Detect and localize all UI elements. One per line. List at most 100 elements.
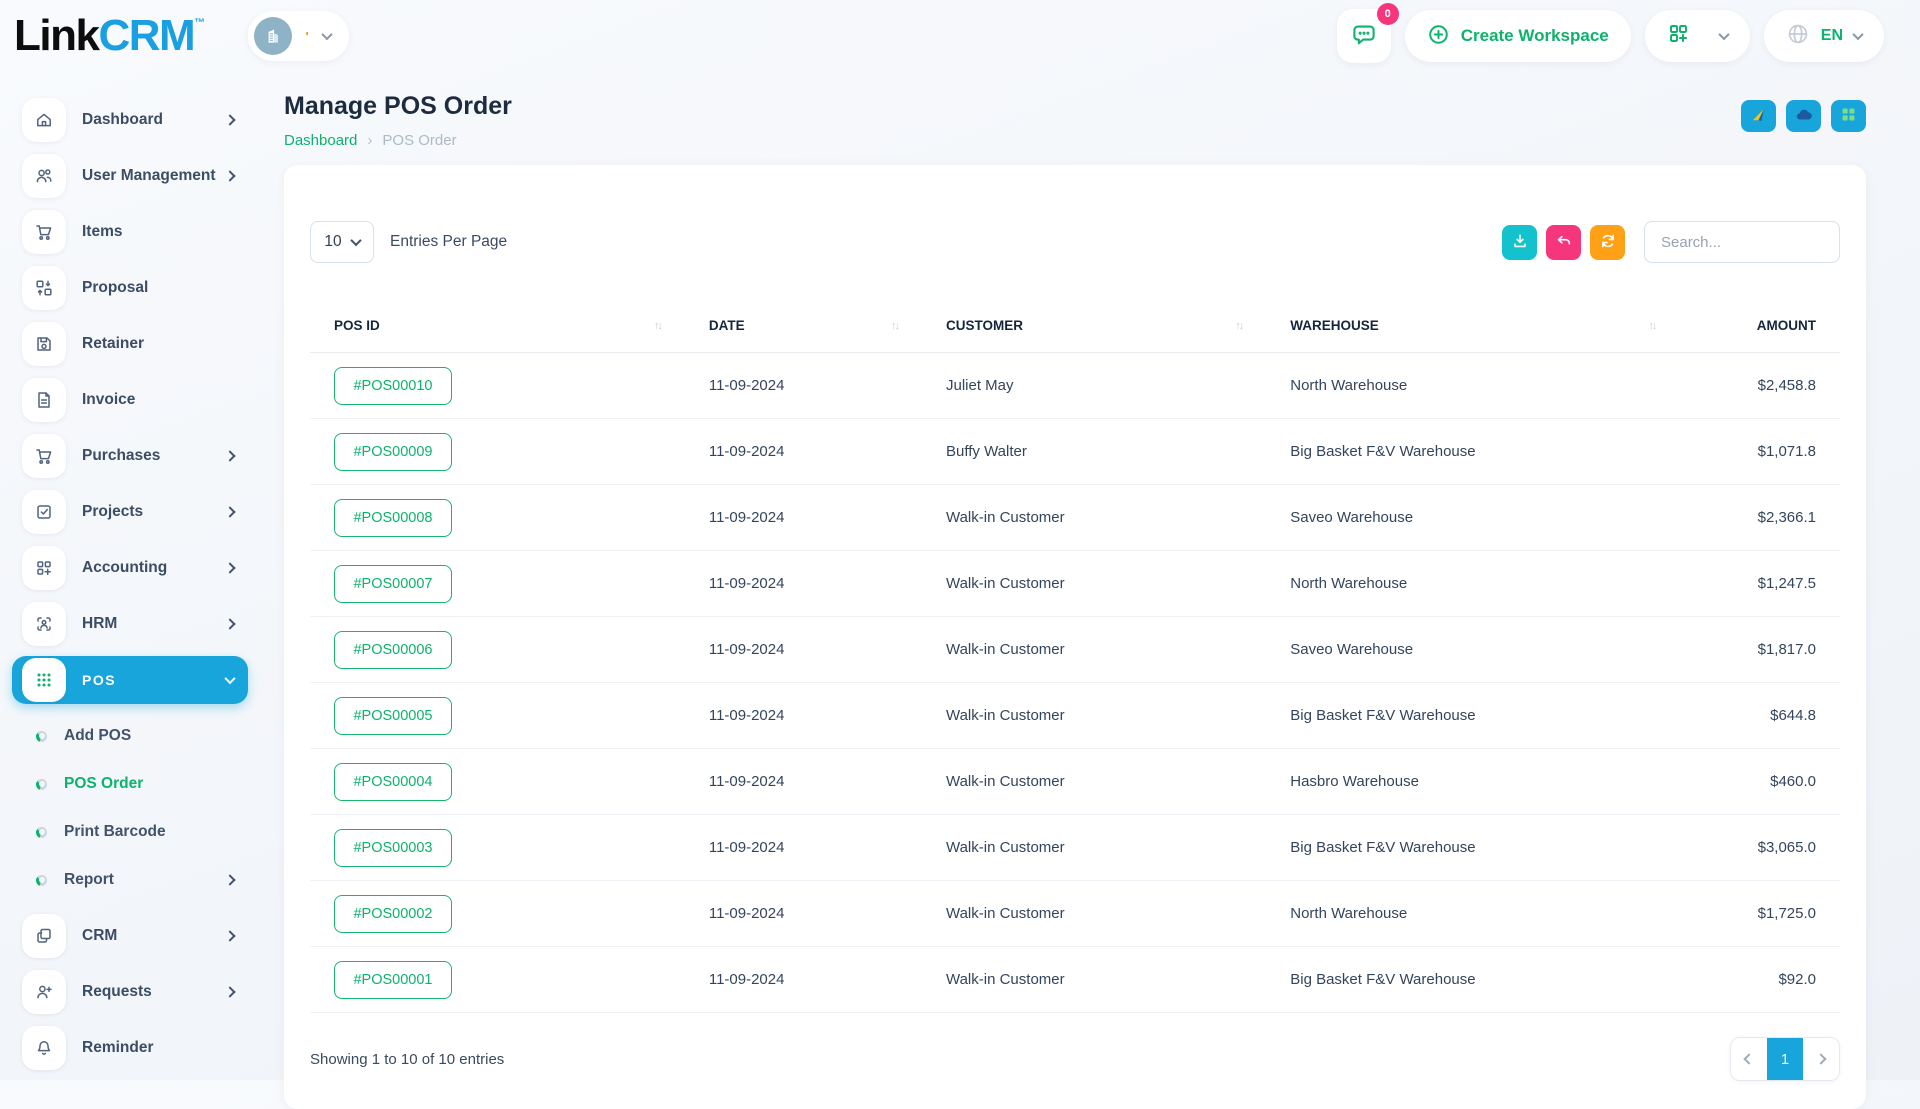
submenu-bullet-icon	[36, 875, 47, 886]
date-cell: 11-09-2024	[685, 353, 922, 419]
sidebar-item-report[interactable]: Report	[0, 856, 260, 904]
table-row: #POS00006 11-09-2024 Walk-in Customer Sa…	[310, 617, 1840, 683]
paper-plane-icon	[1749, 105, 1768, 127]
plus-circle-icon	[1427, 23, 1450, 49]
date-cell: 11-09-2024	[685, 947, 922, 1013]
table-controls: 10 Entries Per Page	[310, 221, 1840, 263]
table-row: #POS00004 11-09-2024 Walk-in Customer Ha…	[310, 749, 1840, 815]
sidebar-item-reminder[interactable]: Reminder	[12, 1024, 248, 1072]
column-header-pos-id[interactable]: POS ID↑↓	[310, 299, 685, 353]
sort-icon[interactable]: ↑↓	[1648, 320, 1655, 332]
sidebar-item-hrm[interactable]: HRM	[12, 600, 248, 648]
apps-button[interactable]	[1831, 100, 1866, 132]
user-plus-icon	[22, 970, 66, 1014]
customer-cell: Walk-in Customer	[922, 683, 1266, 749]
sidebar-item-items[interactable]: Items	[12, 208, 248, 256]
amount-cell: $1,817.0	[1679, 617, 1840, 683]
sidebar-item-retainer[interactable]: Retainer	[12, 320, 248, 368]
submenu-bullet-icon	[36, 731, 47, 742]
create-workspace-button[interactable]: Create Workspace	[1405, 10, 1631, 62]
file-text-icon	[22, 378, 66, 422]
sidebar-item-dashboard[interactable]: Dashboard	[12, 96, 248, 144]
breadcrumb-dashboard-link[interactable]: Dashboard	[284, 132, 357, 149]
sidebar-item-proposal[interactable]: Proposal	[12, 264, 248, 312]
pos-id-link[interactable]: #POS00008	[334, 499, 452, 537]
date-cell: 11-09-2024	[685, 815, 922, 881]
pos-id-link[interactable]: #POS00007	[334, 565, 452, 603]
sidebar-item-add-pos[interactable]: Add POS	[0, 712, 260, 760]
customer-cell: Buffy Walter	[922, 419, 1266, 485]
pos-id-link[interactable]: #POS00002	[334, 895, 452, 933]
send-button[interactable]	[1741, 100, 1776, 132]
submenu-bullet-icon	[36, 827, 47, 838]
sidebar-item-print-barcode[interactable]: Print Barcode	[0, 808, 260, 856]
pagination: 1	[1730, 1037, 1840, 1081]
breadcrumb-current: POS Order	[382, 132, 456, 149]
date-cell: 11-09-2024	[685, 617, 922, 683]
customer-cell: Walk-in Customer	[922, 551, 1266, 617]
sidebar-item-crm[interactable]: CRM	[12, 912, 248, 960]
search-input[interactable]	[1644, 221, 1840, 263]
check-square-icon	[22, 490, 66, 534]
sidebar-item-purchases[interactable]: Purchases	[12, 432, 248, 480]
apps-dropdown[interactable]	[1645, 10, 1750, 62]
pos-id-link[interactable]: #POS00009	[334, 433, 452, 471]
dots-grid-icon	[22, 658, 66, 702]
refresh-button[interactable]	[1590, 225, 1625, 260]
sort-icon[interactable]: ↑↓	[891, 320, 898, 332]
top-header: LinkCRM™ ' 0 Create Workspace	[0, 0, 1920, 72]
language-code: EN	[1821, 27, 1843, 45]
undo-button[interactable]	[1546, 225, 1581, 260]
amount-cell: $460.0	[1679, 749, 1840, 815]
table-actions	[1502, 221, 1840, 263]
logo-text-link: Link	[14, 14, 98, 58]
cloud-button[interactable]	[1786, 100, 1821, 132]
sidebar-item-invoice[interactable]: Invoice	[12, 376, 248, 424]
amount-cell: $3,065.0	[1679, 815, 1840, 881]
sidebar-item-requests[interactable]: Requests	[12, 968, 248, 1016]
copy-icon	[22, 914, 66, 958]
refresh-icon	[1599, 232, 1617, 253]
customer-cell: Walk-in Customer	[922, 485, 1266, 551]
chat-button[interactable]: 0	[1337, 9, 1391, 63]
amount-cell: $1,247.5	[1679, 551, 1840, 617]
prev-page-button[interactable]	[1731, 1038, 1767, 1080]
column-header-customer[interactable]: CUSTOMER↑↓	[922, 299, 1266, 353]
chevron-down-icon	[321, 29, 332, 40]
sidebar-item-projects[interactable]: Projects	[12, 488, 248, 536]
warehouse-cell: Big Basket F&V Warehouse	[1266, 419, 1679, 485]
export-button[interactable]	[1502, 225, 1537, 260]
sidebar-item-user-management[interactable]: User Management	[12, 152, 248, 200]
sidebar-item-pos[interactable]: POS	[12, 656, 248, 704]
page-number-button[interactable]: 1	[1767, 1038, 1803, 1080]
pos-id-link[interactable]: #POS00004	[334, 763, 452, 801]
customer-cell: Juliet May	[922, 353, 1266, 419]
column-header-warehouse[interactable]: WAREHOUSE↑↓	[1266, 299, 1679, 353]
sidebar-item-pos-order[interactable]: POS Order	[0, 760, 260, 808]
sidebar-item-accounting[interactable]: Accounting	[12, 544, 248, 592]
quick-actions	[1741, 100, 1866, 149]
pos-id-link[interactable]: #POS00010	[334, 367, 452, 405]
customer-cell: Walk-in Customer	[922, 881, 1266, 947]
pos-order-table: POS ID↑↓ DATE↑↓ CUSTOMER↑↓ WAREHOUSE↑↓ A…	[310, 299, 1840, 1013]
pos-id-link[interactable]: #POS00001	[334, 961, 452, 999]
undo-icon	[1555, 232, 1573, 253]
entries-per-page-select[interactable]: 10	[310, 221, 374, 263]
sort-icon[interactable]: ↑↓	[654, 320, 661, 332]
chevron-right-icon	[1815, 1053, 1826, 1064]
language-selector[interactable]: EN	[1764, 10, 1884, 62]
next-page-button[interactable]	[1803, 1038, 1839, 1080]
amount-cell: $2,458.8	[1679, 353, 1840, 419]
chevron-right-icon	[224, 930, 235, 941]
date-cell: 11-09-2024	[685, 749, 922, 815]
amount-cell: $644.8	[1679, 683, 1840, 749]
download-icon	[1511, 232, 1529, 253]
customer-cell: Walk-in Customer	[922, 749, 1266, 815]
column-header-date[interactable]: DATE↑↓	[685, 299, 922, 353]
sort-icon[interactable]: ↑↓	[1235, 320, 1242, 332]
workspace-selector[interactable]: '	[248, 11, 349, 61]
column-header-amount[interactable]: AMOUNT	[1679, 299, 1840, 353]
pos-id-link[interactable]: #POS00006	[334, 631, 452, 669]
pos-id-link[interactable]: #POS00003	[334, 829, 452, 867]
pos-id-link[interactable]: #POS00005	[334, 697, 452, 735]
